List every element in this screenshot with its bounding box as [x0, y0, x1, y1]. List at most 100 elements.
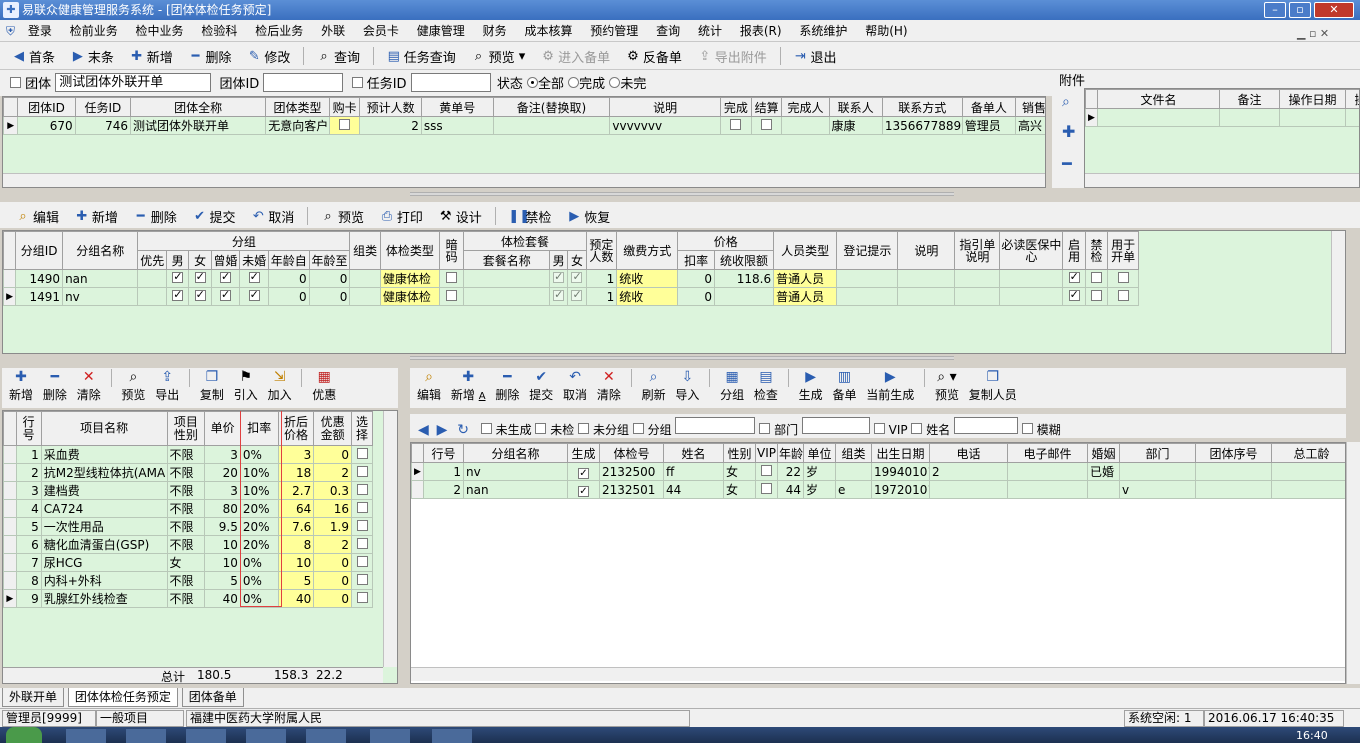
item-row[interactable]: 8 内科+外科 不限 5 0% 5 0: [3, 571, 373, 590]
group-preview-button[interactable]: ⌕ 预览: [315, 203, 370, 229]
item-row[interactable]: 5 一次性用品 不限 9.5 20% 7.6 1.9: [3, 517, 373, 536]
group-design-button[interactable]: ⚒ 设计: [433, 203, 488, 229]
person-check-button[interactable]: ▤ 检查: [751, 368, 781, 404]
group-forbid-button[interactable]: ❚❚ 禁检: [502, 203, 557, 229]
person-add-button[interactable]: ✚ 新增 A: [448, 368, 489, 404]
menu-outreach[interactable]: 外联: [314, 20, 352, 42]
delete-button[interactable]: ━ 删除: [183, 43, 238, 69]
taskbar-app-6[interactable]: [370, 729, 410, 743]
item-export-button[interactable]: ⇪ 导出: [152, 368, 182, 404]
item-import-button[interactable]: ⚑ 引入: [231, 368, 261, 404]
unmarried-checkbox[interactable]: [248, 271, 260, 283]
menu-cost[interactable]: 成本核算: [517, 20, 579, 42]
splitter-middle[interactable]: [410, 356, 954, 360]
exit-button[interactable]: ⇥ 退出: [787, 43, 842, 69]
item-row[interactable]: 1 采血费 不限 3 0% 3 0: [3, 445, 373, 464]
dept-input[interactable]: [801, 417, 870, 434]
tab-group-task-booking[interactable]: 团体体检任务预定: [67, 688, 178, 707]
taskbar-app-5[interactable]: [306, 729, 346, 743]
person-clear-button[interactable]: ✕ 清除: [594, 368, 624, 404]
taskbar-app-7[interactable]: [432, 729, 472, 743]
task-id-input[interactable]: [410, 73, 491, 92]
group-name-input[interactable]: 测试团体外联开单: [55, 73, 212, 92]
reverse-backup-button[interactable]: ⚙ 反备单: [620, 43, 688, 69]
status-undone-radio[interactable]: [609, 77, 621, 88]
menu-appointment[interactable]: 预约管理: [583, 20, 645, 42]
person-group-button[interactable]: ▦ 分组: [717, 368, 747, 404]
group-add-button[interactable]: ✚ 新增: [69, 203, 124, 229]
item-row[interactable]: 7 尿HCG 女 10 0% 10 0: [3, 553, 373, 572]
for-order-checkbox[interactable]: [1117, 289, 1129, 301]
status-done-radio[interactable]: [568, 77, 580, 88]
pkg-female-checkbox[interactable]: [571, 271, 583, 283]
tab-outreach-order[interactable]: 外联开单: [2, 688, 65, 707]
group-restore-button[interactable]: ▶ 恢复: [561, 203, 616, 229]
pkg-male-checkbox[interactable]: [553, 271, 565, 283]
group-checkbox[interactable]: [10, 77, 21, 88]
person-copy-button[interactable]: ❐ 复制人员: [966, 368, 1020, 404]
person-vip-checkbox[interactable]: [761, 482, 772, 494]
task-query-button[interactable]: ▤ 任务查询: [381, 43, 462, 69]
person-generated-checkbox[interactable]: ✓: [578, 467, 589, 479]
dept-checkbox[interactable]: [759, 423, 771, 434]
person-edit-button[interactable]: ⌕ 编辑: [414, 368, 444, 404]
persons-hscroll[interactable]: [411, 667, 1345, 681]
male-checkbox[interactable]: [172, 289, 184, 301]
enter-backup-button[interactable]: ⚙ 进入备单: [535, 43, 616, 69]
fuzzy-checkbox[interactable]: [1021, 423, 1033, 434]
attachment-search-icon[interactable]: ⌕: [1062, 94, 1070, 110]
menu-finance[interactable]: 财务: [476, 20, 514, 42]
close-button[interactable]: ✕: [1314, 2, 1354, 18]
attachment-remove-icon[interactable]: ━: [1062, 154, 1072, 173]
unmarried-checkbox[interactable]: [248, 289, 260, 301]
code-checkbox[interactable]: [446, 289, 458, 301]
ungenerated-checkbox[interactable]: [480, 423, 492, 434]
menu-post-exam[interactable]: 检后业务: [248, 20, 310, 42]
vip-checkbox[interactable]: [873, 423, 885, 434]
menu-query[interactable]: 查询: [649, 20, 687, 42]
enabled-checkbox[interactable]: [1068, 289, 1080, 301]
item-select-checkbox[interactable]: [356, 519, 368, 531]
group-submit-button[interactable]: ✔ 提交: [187, 203, 242, 229]
item-preview-button[interactable]: ⌕ 预览: [118, 368, 148, 404]
task-checkbox[interactable]: [730, 118, 742, 130]
item-delete-button[interactable]: ━ 删除: [40, 368, 70, 404]
item-row[interactable]: 3 建档费 不限 3 10% 2.7 0.3: [3, 481, 373, 500]
group-vscroll[interactable]: [1331, 231, 1345, 353]
item-select-checkbox[interactable]: [356, 447, 368, 459]
nav-prev-icon[interactable]: ◀: [418, 422, 429, 438]
taskbar-app-1[interactable]: [66, 729, 106, 743]
menu-pre-exam[interactable]: 检前业务: [63, 20, 125, 42]
person-gen-current-button[interactable]: ▶ 当前生成: [863, 368, 917, 404]
enabled-checkbox[interactable]: [1068, 271, 1080, 283]
nav-refresh-icon[interactable]: ↻: [457, 422, 469, 438]
task-id-checkbox[interactable]: [351, 77, 363, 88]
pkg-female-checkbox[interactable]: [571, 289, 583, 301]
group-edit-button[interactable]: ⌕ 编辑: [10, 203, 65, 229]
right-edge-vscroll[interactable]: [1346, 442, 1360, 684]
menu-report[interactable]: 报表(R): [733, 20, 789, 42]
item-select-checkbox[interactable]: [356, 555, 368, 567]
item-select-checkbox[interactable]: [356, 537, 368, 549]
group-id-input[interactable]: [263, 73, 344, 92]
ungrouped-checkbox[interactable]: [578, 423, 590, 434]
attachment-row[interactable]: ▶: [1085, 108, 1359, 127]
taskbar-app-4[interactable]: [246, 729, 286, 743]
item-select-checkbox[interactable]: [356, 591, 368, 603]
married-checkbox[interactable]: [220, 289, 232, 301]
taskbar-app-2[interactable]: [126, 729, 166, 743]
name-input[interactable]: [954, 417, 1019, 434]
item-select-checkbox[interactable]: [356, 483, 368, 495]
start-button[interactable]: [6, 727, 42, 743]
first-record-button[interactable]: ◀ 首条: [6, 43, 61, 69]
taskbar-app-3[interactable]: [186, 729, 226, 743]
item-copy-button[interactable]: ❐ 复制: [197, 368, 227, 404]
for-order-checkbox[interactable]: [1117, 271, 1129, 283]
item-clear-button[interactable]: ✕ 清除: [74, 368, 104, 404]
group-row[interactable]: 1490 nan 0 0 健康体检 1 统收 0 118.6 普通人员: [3, 269, 1139, 288]
group-filter-checkbox[interactable]: [632, 423, 644, 434]
item-join-button[interactable]: ⇲ 加入: [265, 368, 295, 404]
name-checkbox[interactable]: [911, 423, 923, 434]
pkg-male-checkbox[interactable]: [553, 289, 565, 301]
task-row[interactable]: ▶ 670 746 测试团体外联开单 无意向客户 2 sss vvvvvvv 康康 1356677…: [3, 116, 1045, 135]
